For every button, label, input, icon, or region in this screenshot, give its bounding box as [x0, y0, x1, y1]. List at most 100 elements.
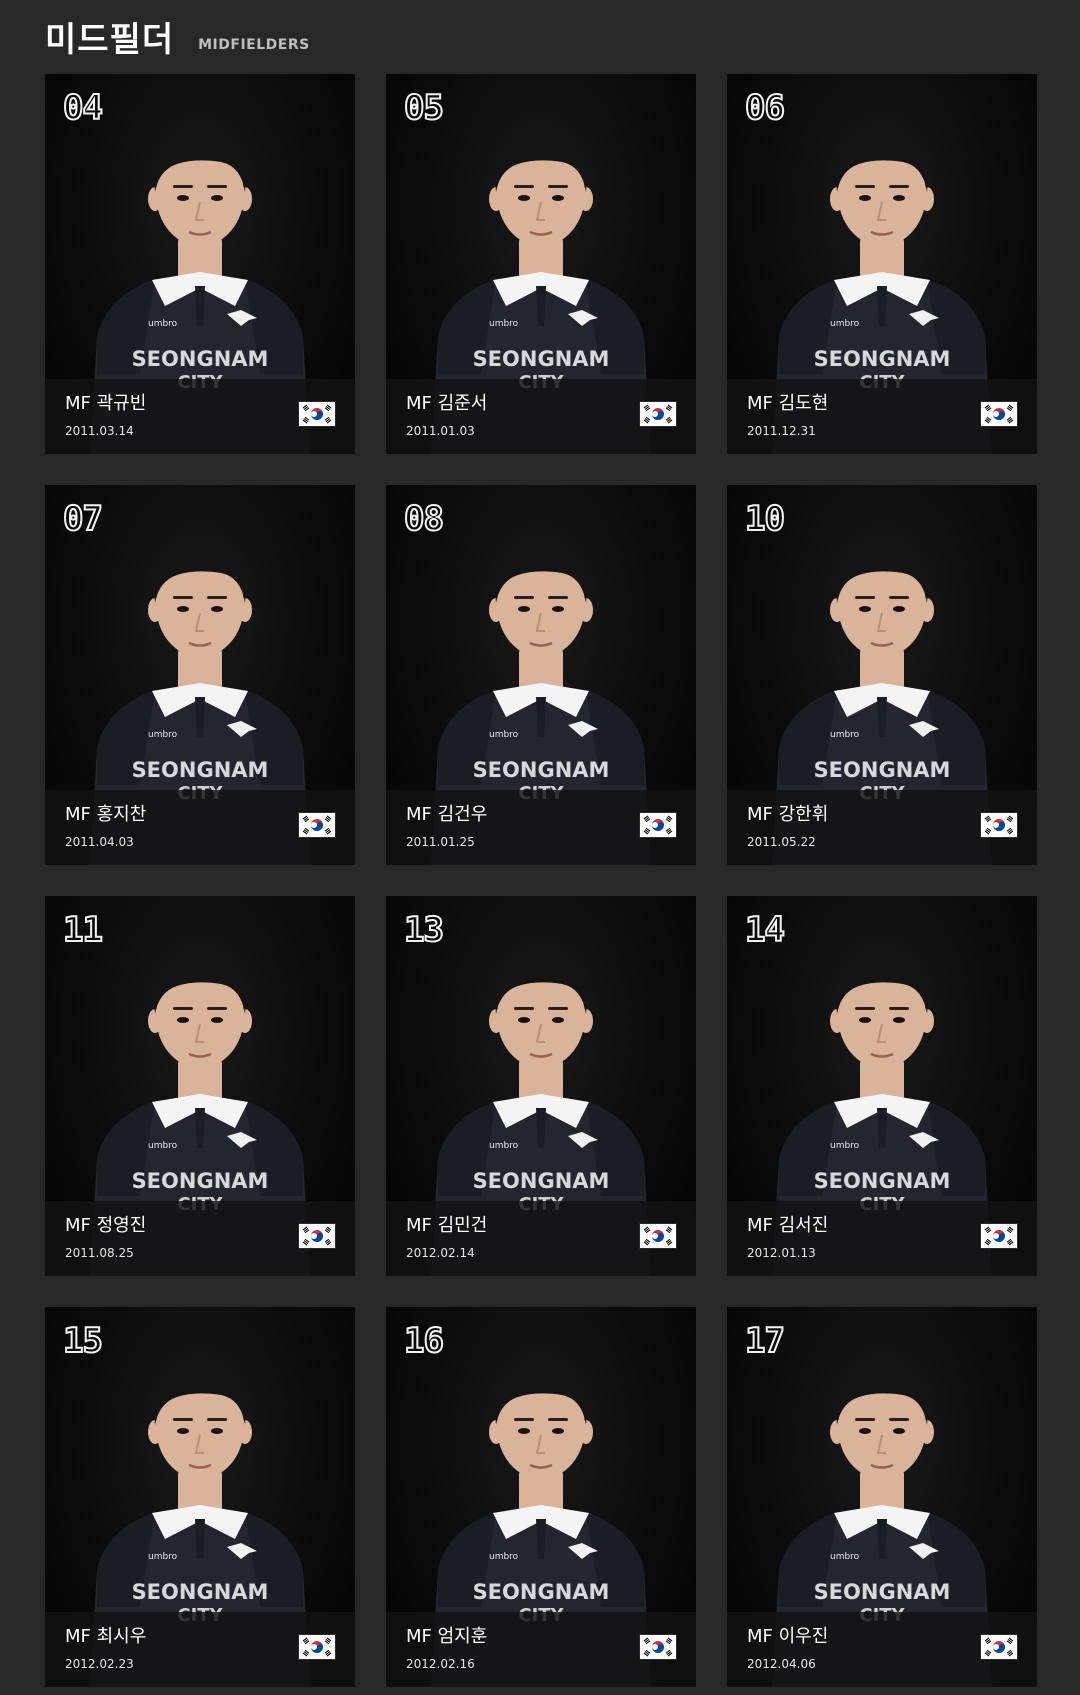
player-birthdate: 2012.02.16 [406, 1657, 475, 1671]
korea-flag-icon [981, 1635, 1017, 1659]
jersey-number: 14 [744, 909, 786, 951]
jersey-number: 15 [62, 1320, 104, 1362]
player-name[interactable]: MF 강한휘 [747, 803, 828, 827]
jersey-sponsor: SEONGNAM [473, 1169, 610, 1193]
player-info-bar: MF 김준서 2011.01.03 [386, 379, 696, 454]
player-name[interactable]: MF 김준서 [406, 392, 487, 416]
jersey-sponsor: SEONGNAM [473, 347, 610, 371]
player-birthdate: 2011.04.03 [65, 835, 134, 849]
player-card[interactable]: umbro SEONGNAM CITY 15 MF 최시우 2012.02.23 [45, 1307, 355, 1687]
jersey-number: 07 [62, 498, 104, 540]
jersey-sponsor: SEONGNAM [814, 1169, 951, 1193]
player-name[interactable]: MF 최시우 [65, 1625, 146, 1649]
jersey-brand: umbro [489, 1552, 519, 1562]
player-info-bar: MF 김민건 2012.02.14 [386, 1201, 696, 1276]
korea-flag-icon [299, 813, 335, 837]
player-info-bar: MF 김건우 2011.01.25 [386, 790, 696, 865]
jersey-number: 13 [403, 909, 445, 951]
player-card[interactable]: umbro SEONGNAM CITY 05 MF 김준서 2011.01.03 [386, 74, 696, 454]
jersey-brand: umbro [830, 319, 860, 329]
player-name[interactable]: MF 이우진 [747, 1625, 828, 1649]
section-subtitle: MIDFIELDERS [198, 37, 310, 53]
player-birthdate: 2011.05.22 [747, 835, 816, 849]
korea-flag-icon [299, 402, 335, 426]
jersey-brand: umbro [830, 1552, 860, 1562]
player-name[interactable]: MF 홍지찬 [65, 803, 146, 827]
jersey-sponsor: SEONGNAM [473, 1580, 610, 1604]
player-card[interactable]: umbro SEONGNAM CITY 16 MF 엄지훈 2012.02.16 [386, 1307, 696, 1687]
player-name[interactable]: MF 김건우 [406, 803, 487, 827]
player-birthdate: 2011.08.25 [65, 1246, 134, 1260]
player-birthdate: 2012.04.06 [747, 1657, 816, 1671]
jersey-number: 16 [403, 1320, 445, 1362]
player-info-bar: MF 김서진 2012.01.13 [727, 1201, 1037, 1276]
player-birthdate: 2011.01.03 [406, 424, 475, 438]
player-info-bar: MF 김도현 2011.12.31 [727, 379, 1037, 454]
jersey-brand: umbro [489, 1141, 519, 1151]
jersey-number: 04 [62, 87, 104, 129]
jersey-brand: umbro [830, 1141, 860, 1151]
jersey-brand: umbro [148, 1141, 178, 1151]
player-name[interactable]: MF 김민건 [406, 1214, 487, 1238]
jersey-number: 10 [744, 498, 786, 540]
jersey-number: 06 [744, 87, 786, 129]
player-info-bar: MF 엄지훈 2012.02.16 [386, 1612, 696, 1687]
korea-flag-icon [299, 1224, 335, 1248]
jersey-sponsor: SEONGNAM [814, 758, 951, 782]
player-card[interactable]: umbro SEONGNAM CITY 17 MF 이우진 2012.04.06 [727, 1307, 1037, 1687]
player-card[interactable]: umbro SEONGNAM CITY 10 MF 강한휘 2011.05.22 [727, 485, 1037, 865]
jersey-sponsor: SEONGNAM [814, 347, 951, 371]
jersey-brand: umbro [148, 319, 178, 329]
jersey-brand: umbro [489, 319, 519, 329]
jersey-number: 05 [403, 87, 445, 129]
player-card[interactable]: umbro SEONGNAM CITY 04 MF 곽규빈 2011.03.14 [45, 74, 355, 454]
player-card[interactable]: umbro SEONGNAM CITY 07 MF 홍지찬 2011.04.03 [45, 485, 355, 865]
player-name[interactable]: MF 곽규빈 [65, 392, 146, 416]
player-info-bar: MF 이우진 2012.04.06 [727, 1612, 1037, 1687]
player-birthdate: 2011.01.25 [406, 835, 475, 849]
jersey-brand: umbro [148, 730, 178, 740]
player-card[interactable]: umbro SEONGNAM CITY 14 MF 김서진 2012.01.13 [727, 896, 1037, 1276]
jersey-sponsor: SEONGNAM [132, 758, 269, 782]
player-birthdate: 2012.01.13 [747, 1246, 816, 1260]
jersey-number: 17 [744, 1320, 786, 1362]
player-card[interactable]: umbro SEONGNAM CITY 11 MF 정영진 2011.08.25 [45, 896, 355, 1276]
korea-flag-icon [981, 402, 1017, 426]
player-info-bar: MF 곽규빈 2011.03.14 [45, 379, 355, 454]
jersey-sponsor: SEONGNAM [132, 1580, 269, 1604]
korea-flag-icon [981, 1224, 1017, 1248]
player-birthdate: 2012.02.14 [406, 1246, 475, 1260]
player-birthdate: 2012.02.23 [65, 1657, 134, 1671]
korea-flag-icon [640, 402, 676, 426]
player-name[interactable]: MF 김서진 [747, 1214, 828, 1238]
player-card[interactable]: umbro SEONGNAM CITY 06 MF 김도현 2011.12.31 [727, 74, 1037, 454]
jersey-sponsor: SEONGNAM [132, 347, 269, 371]
player-card[interactable]: umbro SEONGNAM CITY 13 MF 김민건 2012.02.14 [386, 896, 696, 1276]
player-name[interactable]: MF 김도현 [747, 392, 828, 416]
jersey-sponsor: SEONGNAM [473, 758, 610, 782]
jersey-brand: umbro [489, 730, 519, 740]
player-info-bar: MF 최시우 2012.02.23 [45, 1612, 355, 1687]
player-grid: umbro SEONGNAM CITY 04 MF 곽규빈 2011.03.14 [45, 74, 1037, 1687]
section-title: 미드필더 [45, 20, 175, 60]
jersey-number: 11 [62, 909, 104, 951]
player-birthdate: 2011.03.14 [65, 424, 134, 438]
player-name[interactable]: MF 정영진 [65, 1214, 146, 1238]
jersey-sponsor: SEONGNAM [132, 1169, 269, 1193]
jersey-brand: umbro [830, 730, 860, 740]
section-header: 미드필더 MIDFIELDERS [45, 10, 310, 60]
player-name[interactable]: MF 엄지훈 [406, 1625, 487, 1649]
korea-flag-icon [640, 813, 676, 837]
player-birthdate: 2011.12.31 [747, 424, 816, 438]
player-card[interactable]: umbro SEONGNAM CITY 08 MF 김건우 2011.01.25 [386, 485, 696, 865]
korea-flag-icon [299, 1635, 335, 1659]
jersey-brand: umbro [148, 1552, 178, 1562]
korea-flag-icon [640, 1224, 676, 1248]
player-info-bar: MF 정영진 2011.08.25 [45, 1201, 355, 1276]
korea-flag-icon [640, 1635, 676, 1659]
player-info-bar: MF 홍지찬 2011.04.03 [45, 790, 355, 865]
jersey-sponsor: SEONGNAM [814, 1580, 951, 1604]
korea-flag-icon [981, 813, 1017, 837]
player-info-bar: MF 강한휘 2011.05.22 [727, 790, 1037, 865]
jersey-number: 08 [403, 498, 445, 540]
